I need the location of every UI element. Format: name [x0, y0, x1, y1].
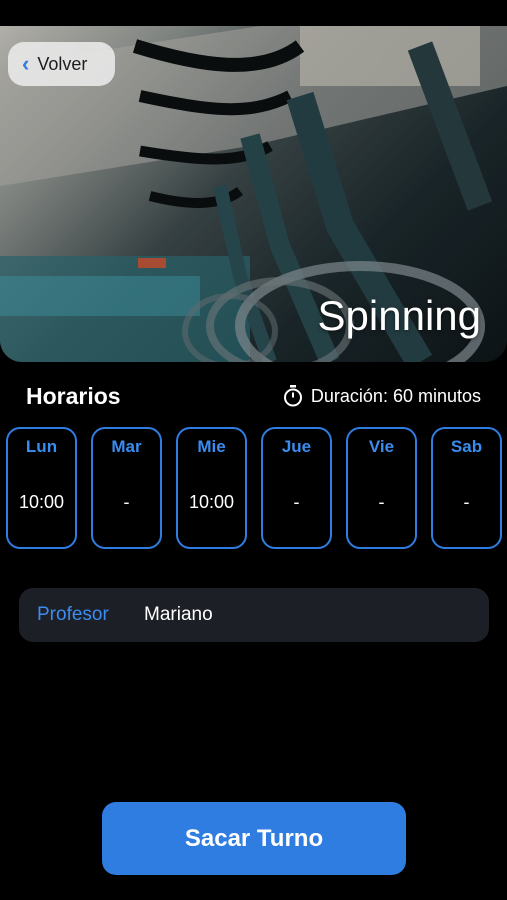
class-title: Spinning	[317, 292, 481, 339]
day-time: -	[463, 492, 470, 512]
day-card-lun[interactable]: Lun 10:00	[6, 427, 77, 549]
duration-info: Duración: 60 minutos	[283, 385, 481, 407]
day-name: Vie	[368, 437, 395, 456]
day-time: -	[293, 492, 300, 512]
day-name: Mar	[111, 437, 142, 456]
stopwatch-icon	[283, 385, 302, 407]
day-time: 10:00	[18, 492, 65, 512]
schedule-heading: Horarios	[26, 382, 121, 409]
back-button[interactable]: ‹ Volver	[8, 42, 115, 86]
book-slot-button[interactable]: Sacar Turno	[102, 802, 406, 875]
day-card-vie[interactable]: Vie -	[346, 427, 417, 549]
day-name: Lun	[25, 437, 58, 456]
day-time: -	[123, 492, 130, 512]
weekday-schedule: Lun 10:00 Mar - Mie 10:00 Jue - Vie - Sa…	[6, 427, 502, 553]
day-time: 10:00	[188, 492, 235, 512]
teacher-label: Profesor	[37, 604, 109, 625]
day-name: Mie	[197, 437, 226, 456]
schedule-header: Horarios Duración: 60 minutos	[26, 381, 481, 411]
teacher-card: Profesor Mariano	[19, 588, 489, 642]
day-card-sab[interactable]: Sab -	[431, 427, 502, 549]
day-name: Sab	[450, 437, 483, 456]
day-name: Jue	[281, 437, 312, 456]
teacher-name: Mariano	[144, 604, 213, 625]
chevron-left-icon: ‹	[22, 51, 30, 76]
day-card-mie[interactable]: Mie 10:00	[176, 427, 247, 549]
duration-label: Duración: 60 minutos	[310, 385, 481, 406]
back-button-label: Volver	[37, 53, 88, 74]
day-time: -	[378, 492, 385, 512]
day-card-jue[interactable]: Jue -	[261, 427, 332, 549]
day-card-mar[interactable]: Mar -	[91, 427, 162, 549]
